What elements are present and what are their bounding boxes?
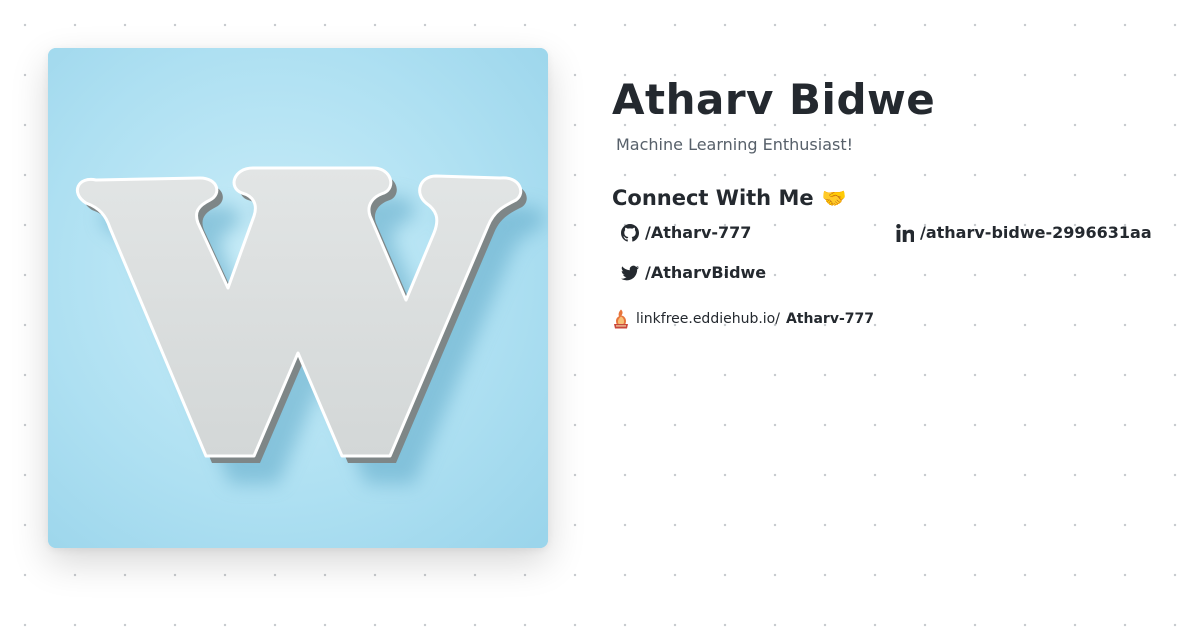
linkedin-label: /atharv-bidwe-2996631aa — [920, 223, 1152, 242]
github-icon — [621, 224, 639, 242]
linkfree-logo-icon — [614, 309, 628, 329]
profile-panel: Atharv Bidwe Machine Learning Enthusiast… — [612, 70, 1172, 329]
profile-avatar — [48, 48, 548, 548]
linkedin-icon — [896, 224, 914, 242]
linkfree-username: Atharv-777 — [785, 311, 874, 327]
social-links: /Atharv-777 /atharv-bidwe-2996631aa /Ath… — [612, 222, 1172, 312]
twitter-label: /AtharvBidwe — [645, 263, 767, 282]
linkedin-link[interactable]: /atharv-bidwe-2996631aa — [896, 222, 1152, 244]
connect-heading: Connect With Me 🤝 — [612, 184, 1172, 212]
twitter-link[interactable]: /AtharvBidwe — [621, 262, 766, 284]
linkfree-domain: linkfree.eddiehub.io/ — [636, 311, 780, 327]
profile-tagline: Machine Learning Enthusiast! — [616, 135, 854, 154]
profile-name: Atharv Bidwe — [612, 75, 936, 124]
linkfree-link[interactable]: linkfree.eddiehub.io/ Atharv-777 — [612, 309, 1172, 329]
github-label: /Atharv-777 — [645, 223, 752, 242]
avatar-letter-w-image — [48, 48, 548, 548]
github-link[interactable]: /Atharv-777 — [621, 222, 751, 244]
connect-heading-text: Connect With Me — [612, 186, 814, 210]
twitter-icon — [621, 265, 639, 281]
handshake-icon: 🤝 — [821, 186, 847, 210]
